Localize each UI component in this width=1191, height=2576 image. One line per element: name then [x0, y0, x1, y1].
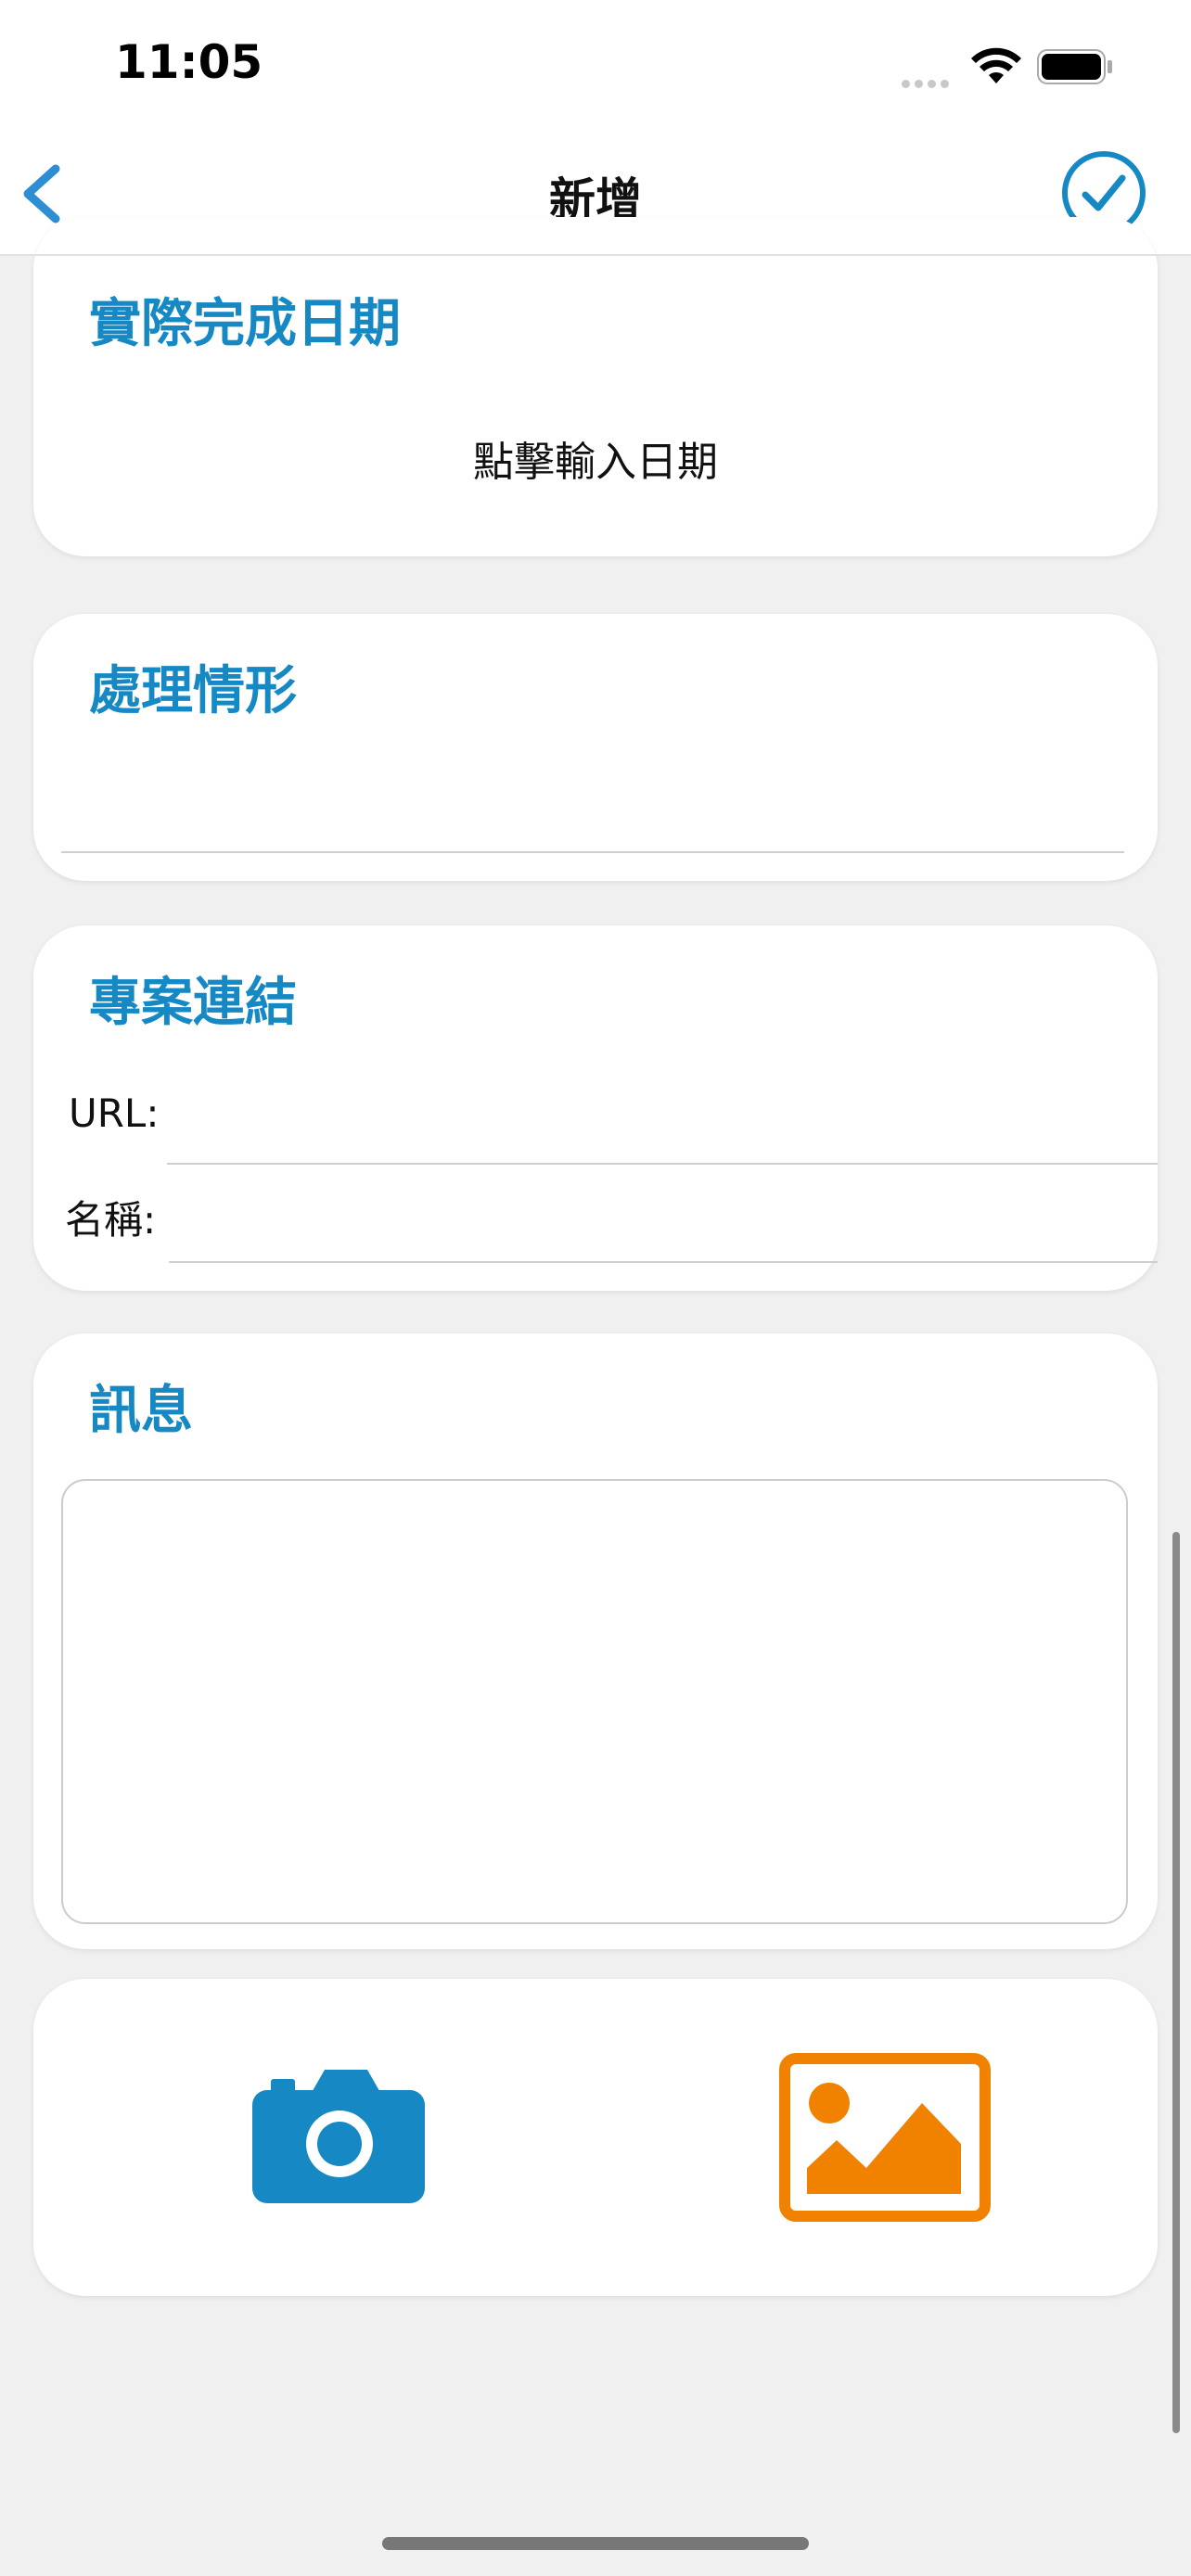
project-link-card: 專案連結 URL: 名稱:: [33, 925, 1158, 1291]
image-gallery-icon[interactable]: [779, 2053, 991, 2222]
url-input[interactable]: [167, 1163, 1158, 1165]
cellular-signal-icon: [902, 74, 954, 92]
status-title: 處理情形: [89, 661, 297, 721]
date-picker-field[interactable]: 點擊輸入日期: [33, 428, 1158, 488]
status-time: 11:05: [115, 35, 263, 89]
completion-date-title: 實際完成日期: [89, 294, 401, 354]
name-input[interactable]: [169, 1261, 1158, 1263]
wifi-icon: [971, 47, 1021, 83]
scrollbar[interactable]: [1172, 1532, 1180, 2433]
status-input-underline[interactable]: [61, 851, 1124, 853]
nav-divider: [0, 254, 1191, 256]
url-label: URL:: [69, 1090, 160, 1136]
status-card: 處理情形: [33, 614, 1158, 881]
message-card: 訊息: [33, 1333, 1158, 1949]
media-card: [33, 1979, 1158, 2296]
message-textarea[interactable]: [61, 1479, 1128, 1924]
completion-date-card: 實際完成日期 點擊輸入日期: [33, 217, 1158, 556]
message-title: 訊息: [89, 1381, 193, 1441]
name-label: 名稱:: [65, 1197, 157, 1243]
project-link-title: 專案連結: [89, 973, 297, 1033]
status-bar: 11:05: [0, 0, 1191, 130]
home-indicator[interactable]: [382, 2537, 809, 2550]
battery-icon: [1037, 49, 1112, 84]
camera-icon[interactable]: [252, 2068, 425, 2203]
